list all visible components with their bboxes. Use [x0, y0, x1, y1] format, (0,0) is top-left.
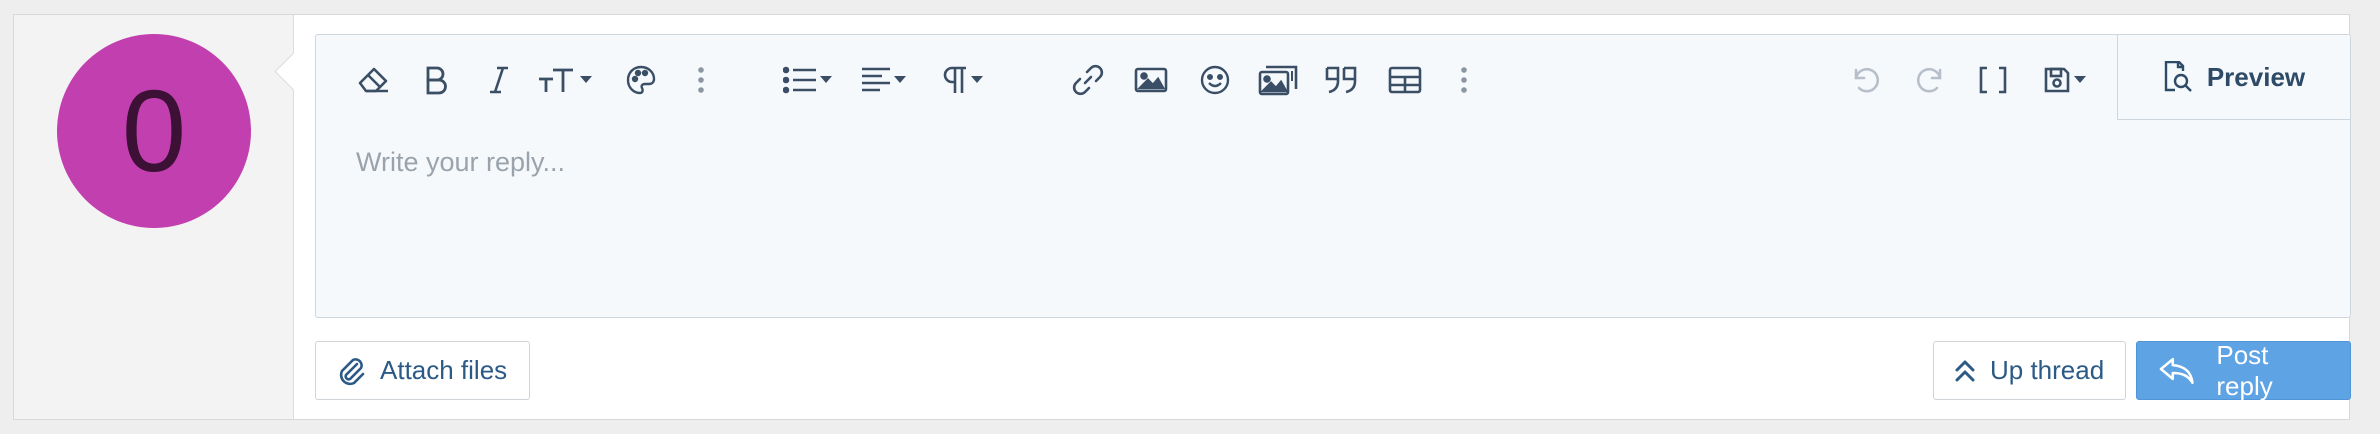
bbcode-brackets-icon[interactable] — [1973, 59, 2013, 101]
attach-files-label: Attach files — [380, 355, 508, 385]
quick-reply-block: 0 Preview Write your reply... Attach fil… — [13, 14, 2351, 420]
undo-icon[interactable] — [1846, 59, 1886, 101]
post-reply-label: Post reply — [2216, 339, 2273, 401]
avatar-letter: 0 — [121, 66, 187, 196]
media-gallery-icon[interactable] — [1254, 59, 1304, 101]
attach-files-button[interactable]: Attach files — [315, 341, 530, 400]
redo-icon[interactable] — [1910, 59, 1950, 101]
bold-icon[interactable] — [416, 59, 456, 101]
preview-label: Preview — [2206, 61, 2306, 92]
up-thread-button[interactable]: Up thread — [1933, 341, 2126, 400]
quote-icon[interactable] — [1322, 59, 1362, 101]
italic-icon[interactable] — [481, 59, 517, 101]
preview-button[interactable]: Preview — [2117, 35, 2350, 120]
drafts-save-icon[interactable] — [2036, 59, 2092, 101]
preview-icon — [2164, 61, 2192, 92]
more-vertical-icon[interactable] — [1454, 59, 1474, 101]
post-reply-button[interactable]: Post reply — [2136, 339, 2351, 401]
table-icon[interactable] — [1385, 59, 1425, 101]
eraser-icon[interactable] — [354, 59, 394, 101]
editor-toolbar: Preview — [316, 35, 2350, 125]
avatar[interactable]: 0 — [57, 34, 251, 228]
list-icon[interactable] — [776, 59, 838, 101]
palette-icon[interactable] — [621, 59, 661, 101]
user-cell: 0 — [14, 15, 294, 419]
text-size-icon[interactable] — [534, 59, 594, 101]
link-icon[interactable] — [1068, 59, 1108, 101]
align-icon[interactable] — [854, 59, 912, 101]
double-chevron-up-icon — [1955, 360, 1975, 381]
reply-placeholder[interactable]: Write your reply... — [356, 147, 565, 178]
more-vertical-icon[interactable] — [691, 59, 711, 101]
reply-editor[interactable]: Preview Write your reply... — [315, 34, 2351, 318]
paragraph-icon[interactable] — [934, 59, 990, 101]
reply-arrow-icon — [2159, 357, 2194, 384]
paperclip-icon — [339, 357, 365, 385]
image-icon[interactable] — [1131, 59, 1171, 101]
up-thread-label: Up thread — [1990, 355, 2105, 385]
smiley-icon[interactable] — [1195, 59, 1235, 101]
